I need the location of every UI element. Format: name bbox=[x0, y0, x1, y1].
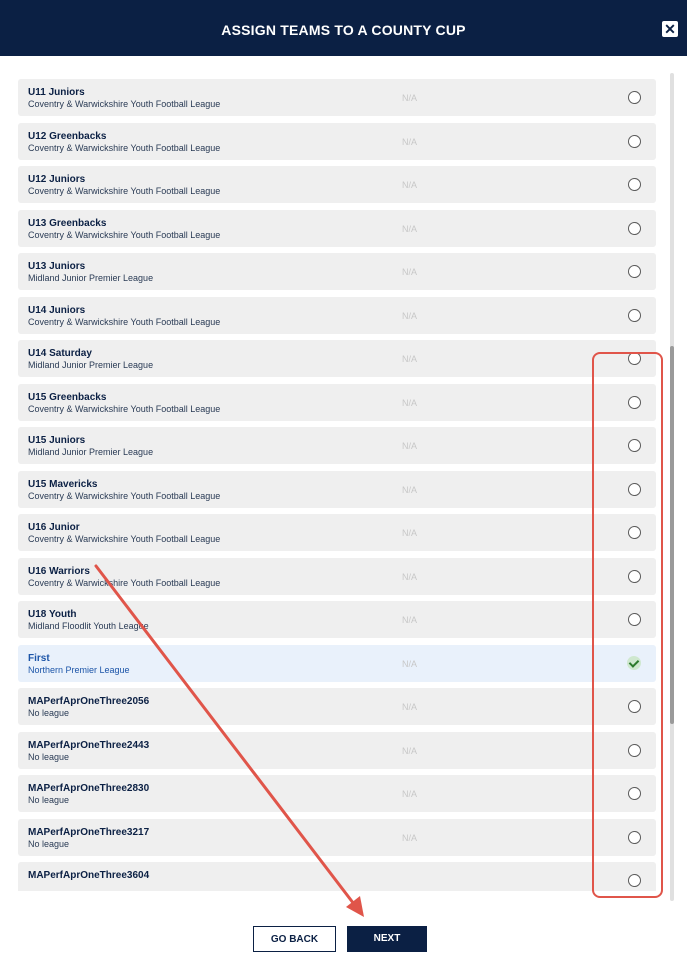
team-name: U13 Juniors bbox=[28, 261, 86, 272]
team-name: First bbox=[28, 652, 50, 664]
team-status: N/A bbox=[402, 658, 418, 669]
team-row[interactable]: U15 Juniors Midland Junior Premier League… bbox=[18, 427, 656, 464]
team-league: Coventry & Warwickshire Youth Football L… bbox=[28, 534, 221, 544]
team-league: Coventry & Warwickshire Youth Football L… bbox=[28, 142, 221, 153]
team-league: Midland Floodlit Youth League bbox=[28, 621, 149, 631]
team-row[interactable]: U11 Juniors Coventry & Warwickshire Youth… bbox=[18, 79, 656, 116]
team-row[interactable]: U18 Youth Midland Floodlit Youth League N/… bbox=[18, 601, 656, 638]
team-status: N/A bbox=[402, 180, 418, 190]
team-status: N/A bbox=[402, 136, 418, 147]
scrollbar-thumb[interactable] bbox=[670, 346, 674, 724]
team-name: U18 Youth bbox=[28, 609, 77, 620]
team-row[interactable]: MAPerfAprOneThree2830 No league N/A bbox=[18, 775, 656, 812]
team-name: U12 Greenbacks bbox=[28, 130, 107, 142]
modal-title: ASSIGN TEAMS TO A COUNTY CUP bbox=[221, 22, 466, 38]
team-status: N/A bbox=[402, 354, 418, 364]
team-status: N/A bbox=[402, 484, 418, 495]
team-league: Coventry & Warwickshire Youth Football L… bbox=[28, 403, 221, 414]
team-name: U15 Juniors bbox=[28, 435, 86, 446]
team-status: N/A bbox=[402, 789, 418, 799]
team-list: U11 Juniors Coventry & Warwickshire Youth… bbox=[18, 79, 656, 891]
team-row[interactable]: MAPerfAprOneThree3604 bbox=[18, 862, 656, 891]
team-league: Coventry & Warwickshire Youth Football L… bbox=[28, 186, 221, 196]
team-status: N/A bbox=[402, 745, 418, 756]
team-league: No league bbox=[28, 751, 70, 762]
team-status: N/A bbox=[402, 571, 418, 582]
team-row[interactable]: MAPerfAprOneThree2056 No league N/A bbox=[18, 688, 656, 725]
team-name: U16 Warriors bbox=[28, 565, 90, 577]
team-status: N/A bbox=[402, 267, 418, 277]
team-name: U14 Saturday bbox=[28, 348, 92, 359]
team-status: N/A bbox=[402, 615, 418, 625]
team-league: Midland Junior Premier League bbox=[28, 447, 154, 457]
team-row[interactable]: U12 Juniors Coventry & Warwickshire Youth… bbox=[18, 166, 656, 203]
team-league: Coventry & Warwickshire Youth Football L… bbox=[28, 316, 221, 327]
radio-button[interactable] bbox=[628, 265, 641, 278]
team-name: U16 Junior bbox=[28, 522, 80, 533]
team-name: MAPerfAprOneThree3217 bbox=[28, 826, 150, 838]
team-row[interactable]: U13 Juniors Midland Junior Premier League… bbox=[18, 253, 656, 290]
team-row[interactable]: U12 Greenbacks Coventry & Warwickshire Yo… bbox=[18, 122, 656, 160]
team-name: U13 Greenbacks bbox=[28, 217, 107, 229]
team-status: N/A bbox=[402, 528, 418, 538]
team-name: MAPerfAprOneThree2830 bbox=[28, 783, 150, 794]
team-league: No league bbox=[28, 795, 70, 805]
team-status: N/A bbox=[402, 397, 418, 408]
team-row[interactable]: U15 Mavericks Coventry & Warwickshire You… bbox=[18, 470, 656, 508]
team-status: N/A bbox=[402, 441, 418, 451]
team-name: U12 Juniors bbox=[28, 174, 86, 185]
team-name: U14 Juniors bbox=[28, 304, 86, 316]
team-row[interactable]: U13 Greenbacks Coventry & Warwickshire Yo… bbox=[18, 209, 656, 247]
team-league: Midland Junior Premier League bbox=[28, 273, 154, 283]
team-status: N/A bbox=[402, 93, 418, 103]
team-row[interactable]: MAPerfAprOneThree3217 No league N/A bbox=[18, 818, 656, 856]
team-name: MAPerfAprOneThree3604 bbox=[28, 870, 150, 881]
team-league: Coventry & Warwickshire Youth Football L… bbox=[28, 577, 221, 588]
annotation-highlight-box bbox=[592, 352, 663, 898]
team-row[interactable]: U15 Greenbacks Coventry & Warwickshire Yo… bbox=[18, 383, 656, 421]
team-league: Coventry & Warwickshire Youth Football L… bbox=[28, 99, 221, 109]
team-row[interactable]: U16 Junior Coventry & Warwickshire Youth … bbox=[18, 514, 656, 551]
team-league: No league bbox=[28, 838, 70, 849]
team-name: MAPerfAprOneThree2056 bbox=[28, 696, 150, 707]
radio-button[interactable] bbox=[628, 134, 641, 148]
team-status: N/A bbox=[402, 702, 418, 712]
team-status: N/A bbox=[402, 832, 418, 843]
next-button[interactable]: NEXT bbox=[347, 926, 427, 952]
team-row[interactable]: MAPerfAprOneThree2443 No league N/A bbox=[18, 731, 656, 769]
close-icon[interactable]: ✕ bbox=[662, 21, 678, 37]
team-name: U15 Greenbacks bbox=[28, 391, 107, 403]
team-row[interactable]: First Northern Premier League N/A bbox=[18, 644, 656, 682]
radio-button[interactable] bbox=[628, 91, 641, 104]
team-row[interactable]: U16 Warriors Coventry & Warwickshire Yout… bbox=[18, 557, 656, 595]
team-league: Coventry & Warwickshire Youth Football L… bbox=[28, 229, 221, 240]
team-league: No league bbox=[28, 708, 70, 718]
team-league: Northern Premier League bbox=[28, 664, 130, 675]
radio-button[interactable] bbox=[628, 178, 641, 191]
team-league: Coventry & Warwickshire Youth Football L… bbox=[28, 490, 221, 501]
team-row[interactable]: U14 Saturday Midland Junior Premier Leagu… bbox=[18, 340, 656, 377]
go-back-button[interactable]: GO BACK bbox=[253, 926, 336, 952]
team-name: U15 Mavericks bbox=[28, 478, 98, 490]
team-league: Midland Junior Premier League bbox=[28, 360, 154, 370]
radio-button[interactable] bbox=[628, 308, 641, 322]
team-name: MAPerfAprOneThree2443 bbox=[28, 739, 150, 751]
modal-header: ASSIGN TEAMS TO A COUNTY CUP ✕ bbox=[0, 0, 687, 56]
radio-button[interactable] bbox=[628, 221, 641, 235]
team-row[interactable]: U14 Juniors Coventry & Warwickshire Youth… bbox=[18, 296, 656, 334]
team-status: N/A bbox=[402, 310, 418, 321]
team-name: U11 Juniors bbox=[28, 87, 85, 98]
team-status: N/A bbox=[402, 223, 418, 234]
